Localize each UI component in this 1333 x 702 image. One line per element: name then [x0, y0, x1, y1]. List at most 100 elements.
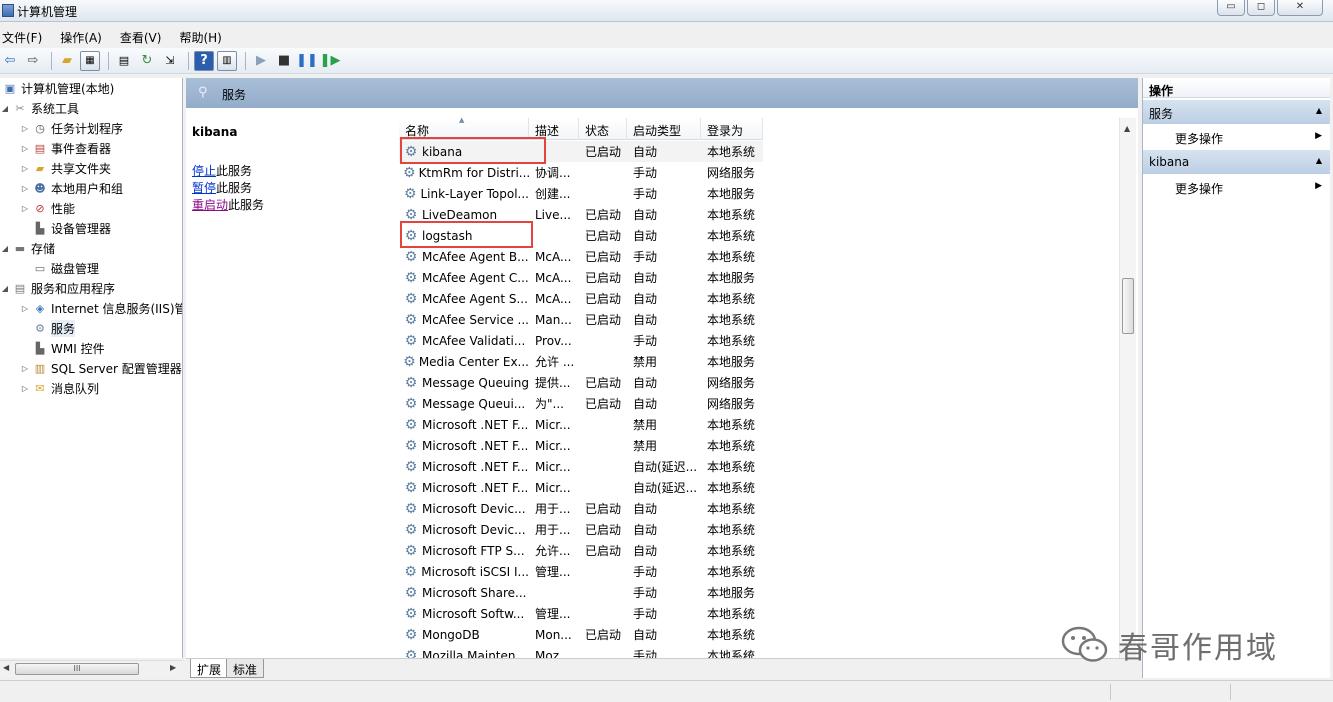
more-actions-services[interactable]: 更多操作 ▶: [1143, 124, 1330, 148]
expand-arrow-icon[interactable]: ▷: [20, 164, 30, 173]
service-row[interactable]: ⚙ Message Queuing 提供... 已启动 自动 网络服务: [399, 372, 763, 393]
scroll-thumb[interactable]: III: [15, 663, 139, 675]
service-row[interactable]: ⚙ Message Queui... 为"... 已启动 自动 网络服务: [399, 393, 763, 414]
tab-extended[interactable]: 扩展: [190, 659, 229, 678]
tree-item-services-apps[interactable]: ◢ ▤ 服务和应用程序: [0, 278, 115, 298]
column-status[interactable]: 状态: [579, 118, 627, 140]
tree-item-wmi[interactable]: ▙ WMI 控件: [30, 338, 105, 358]
collapse-arrow-icon[interactable]: ◢: [0, 244, 10, 253]
forward-icon[interactable]: ⇨: [23, 51, 43, 71]
service-row[interactable]: ⚙ Microsoft Share... 手动 本地服务: [399, 582, 763, 603]
up-folder-icon[interactable]: ▰: [57, 51, 77, 71]
refresh-icon[interactable]: ↻: [137, 51, 157, 71]
menu-file[interactable]: 文件(F): [0, 26, 58, 46]
start-service-icon[interactable]: ▶: [251, 51, 271, 71]
service-row[interactable]: ⚙ Microsoft .NET F... Micr... 禁用 本地系统: [399, 435, 763, 456]
tree-item-disk-management[interactable]: ▭ 磁盘管理: [30, 258, 99, 278]
menu-view[interactable]: 查看(V): [118, 26, 178, 46]
service-logon-cell: 网络服务: [707, 397, 756, 411]
column-logon-as[interactable]: 登录为: [701, 118, 763, 140]
service-row[interactable]: ⚙ Microsoft .NET F... Micr... 自动(延迟... 本地系统: [399, 456, 763, 477]
service-row[interactable]: ⚙ McAfee Agent S... McA... 已启动 自动 本地系统: [399, 288, 763, 309]
service-row[interactable]: ⚙ KtmRm for Distri... 协调... 手动 网络服务: [399, 162, 763, 183]
tree-item-local-users[interactable]: ▷ ☻ 本地用户和组: [20, 178, 123, 198]
service-desc-cell: McA...: [535, 249, 572, 264]
expand-arrow-icon[interactable]: ▷: [20, 144, 30, 153]
tree-item-system-tools[interactable]: ◢ ✂ 系统工具: [0, 98, 79, 118]
pause-service-icon[interactable]: ❚❚: [296, 51, 318, 71]
stop-link[interactable]: 停止: [192, 164, 216, 178]
tree-item-sql-server[interactable]: ▷ ▥ SQL Server 配置管理器: [20, 358, 182, 378]
tree-item-task-scheduler[interactable]: ▷ ◷ 任务计划程序: [20, 118, 123, 138]
expand-arrow-icon[interactable]: ▷: [20, 184, 30, 193]
column-startup-type[interactable]: 启动类型: [627, 118, 701, 140]
list-vertical-scrollbar[interactable]: ▲: [1119, 118, 1136, 658]
tree-item-shared-folders[interactable]: ▷ ▰ 共享文件夹: [20, 158, 111, 178]
service-logon-cell: 本地系统: [707, 418, 756, 432]
disk-icon: ▭: [34, 261, 46, 275]
actions-section-kibana[interactable]: kibana ▲: [1143, 150, 1330, 174]
help-icon[interactable]: ?: [194, 50, 214, 71]
restart-service-icon[interactable]: ❚▶: [320, 51, 341, 71]
maximize-button[interactable]: ◻: [1247, 0, 1275, 16]
service-startup-cell: 手动: [633, 187, 658, 201]
tree-item-device-manager[interactable]: ▙ 设备管理器: [30, 218, 111, 238]
tree-item-iis[interactable]: ▷ ◈ Internet 信息服务(IIS)管: [20, 298, 182, 318]
expand-arrow-icon[interactable]: ▷: [20, 204, 30, 213]
menu-action[interactable]: 操作(A): [58, 26, 118, 46]
service-row[interactable]: ⚙ Microsoft .NET F... Micr... 禁用 本地系统: [399, 414, 763, 435]
action-pane-icon[interactable]: ▥: [217, 50, 237, 71]
service-row[interactable]: ⚙ McAfee Agent C... McA... 已启动 自动 本地服务: [399, 267, 763, 288]
gear-icon: ⚙: [404, 395, 418, 412]
more-actions-kibana[interactable]: 更多操作 ▶: [1143, 174, 1330, 198]
export-icon[interactable]: ⇲: [160, 51, 180, 71]
menu-bar: 文件(F) 操作(A) 查看(V) 帮助(H): [0, 26, 1333, 46]
stop-service-icon[interactable]: ■: [274, 51, 294, 71]
service-status-cell: 已启动: [585, 628, 622, 642]
tab-standard[interactable]: 标准: [226, 659, 265, 678]
collapse-arrow-icon[interactable]: ◢: [0, 104, 10, 113]
pause-link[interactable]: 暂停: [192, 181, 216, 195]
service-row[interactable]: ⚙ Microsoft FTP S... 允许... 已启动 自动 本地系统: [399, 540, 763, 561]
service-row[interactable]: ⚙ McAfee Validati... Prov... 手动 本地系统: [399, 330, 763, 351]
tree-item-message-queue[interactable]: ▷ ✉ 消息队列: [20, 378, 99, 398]
service-row[interactable]: ⚙ McAfee Service ... Man... 已启动 自动 本地系统: [399, 309, 763, 330]
service-row[interactable]: ⚙ Media Center Ex... 允许 ... 禁用 本地服务: [399, 351, 763, 372]
expand-arrow-icon[interactable]: ▷: [20, 384, 30, 393]
scroll-left-icon[interactable]: ◀: [3, 663, 9, 672]
expand-arrow-icon[interactable]: ▷: [20, 364, 30, 373]
service-row[interactable]: ⚙ Link-Layer Topol... 创建... 手动 本地服务: [399, 183, 763, 204]
expand-arrow-icon[interactable]: ▷: [20, 304, 30, 313]
show-tree-icon[interactable]: ▦: [80, 50, 100, 71]
service-row[interactable]: ⚙ Microsoft iSCSI I... 管理... 手动 本地系统: [399, 561, 763, 582]
tree-item-performance[interactable]: ▷ ⊘ 性能: [20, 198, 75, 218]
menu-help[interactable]: 帮助(H): [177, 26, 237, 46]
service-startup-cell: 手动: [633, 565, 658, 579]
collapse-icon[interactable]: ▲: [1316, 106, 1322, 115]
expand-arrow-icon[interactable]: ▷: [20, 124, 30, 133]
tree-item-storage[interactable]: ◢ ▬ 存储: [0, 238, 55, 258]
restart-link[interactable]: 重启动: [192, 198, 228, 212]
service-row[interactable]: ⚙ Mozilla Mainten... Moz... 手动 本地系统: [399, 645, 763, 659]
service-row[interactable]: ⚙ McAfee Agent B... McA... 已启动 手动 本地系统: [399, 246, 763, 267]
service-row[interactable]: ⚙ MongoDB Mon... 已启动 自动 本地系统: [399, 624, 763, 645]
minimize-button[interactable]: ▭: [1217, 0, 1245, 16]
scroll-thumb[interactable]: [1122, 278, 1134, 334]
service-row[interactable]: ⚙ Microsoft Devic... 用于... 已启动 自动 本地系统: [399, 498, 763, 519]
actions-section-services[interactable]: 服务 ▲: [1143, 100, 1330, 124]
collapse-icon[interactable]: ▲: [1316, 156, 1322, 165]
scroll-right-icon[interactable]: ▶: [170, 663, 176, 672]
service-row[interactable]: ⚙ Microsoft Devic... 用于... 已启动 自动 本地系统: [399, 519, 763, 540]
back-icon[interactable]: ⇦: [0, 51, 20, 71]
close-button[interactable]: ✕: [1277, 0, 1323, 16]
tree-item-services[interactable]: ⚙ 服务: [30, 318, 76, 338]
properties-icon[interactable]: ▤: [114, 51, 134, 71]
collapse-arrow-icon[interactable]: ◢: [0, 284, 10, 293]
scroll-up-icon[interactable]: ▲: [1124, 124, 1130, 133]
service-status-cell: 已启动: [585, 544, 622, 558]
service-row[interactable]: ⚙ Microsoft .NET F... Micr... 自动(延迟... 本地系统: [399, 477, 763, 498]
service-row[interactable]: ⚙ Microsoft Softw... 管理... 手动 本地系统: [399, 603, 763, 624]
tree-root[interactable]: ▣ 计算机管理(本地): [0, 78, 115, 98]
tree-item-event-viewer[interactable]: ▷ ▤ 事件查看器: [20, 138, 111, 158]
tree-horizontal-scrollbar[interactable]: ◀ III ▶: [0, 660, 183, 677]
